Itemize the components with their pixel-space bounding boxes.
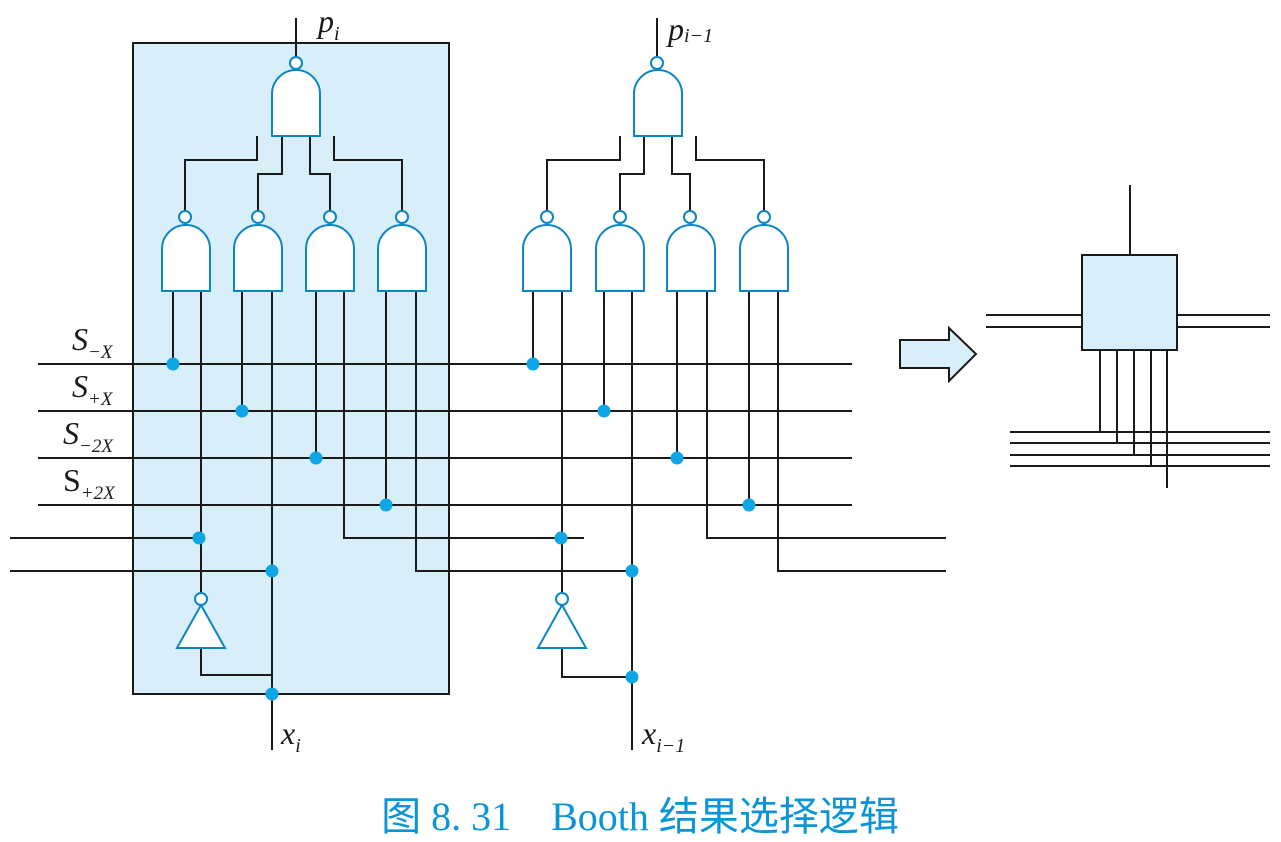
label-p-i-minus-1: pi−1 [666,11,713,47]
label-x-i: xi [280,715,301,757]
highlighted-cell-box [132,42,450,695]
label-p-i: pi [316,3,340,45]
nand-gate-1 [161,224,211,292]
nand-gate-2 [233,224,283,292]
right-arrow-icon [899,325,978,384]
label-x-i-minus-1: xi−1 [641,715,685,757]
cell-i-minus-1-wiring [532,18,946,750]
label-s-neg-2x: S−2X [63,415,114,457]
nand-gate-4 [377,224,427,292]
label-s-pos-2x: S+2X [63,462,116,504]
block-symbol [986,185,1270,488]
label-s-pos-x: S+X [72,368,114,410]
selection-logic-block [1081,254,1178,351]
nand4-gate-p-i [271,69,321,137]
label-s-neg-x: S−X [72,321,114,363]
figure-caption: 图 8. 31 Booth 结果选择逻辑 [381,794,899,839]
booth-selection-logic-diagram: pi pi−1 xi xi−1 S−X S+X S−2X S+2X 图 8. 3… [10,3,1270,839]
nand-gate-3 [305,224,355,292]
nand4-gate-p-i-minus-1 [633,69,683,137]
